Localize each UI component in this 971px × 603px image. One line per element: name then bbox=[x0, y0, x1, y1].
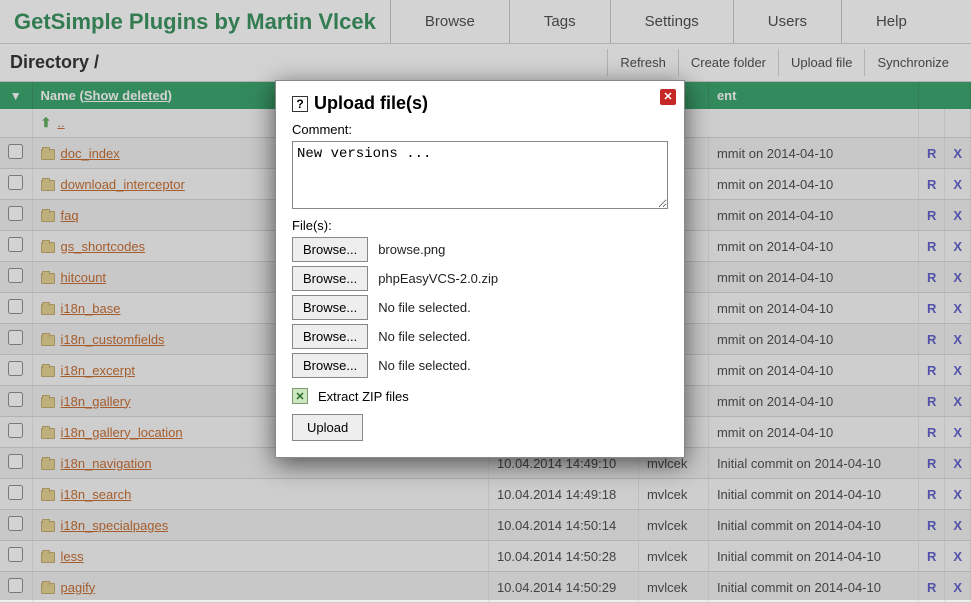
file-name: phpEasyVCS-2.0.zip bbox=[378, 271, 498, 286]
file-name: No file selected. bbox=[378, 329, 471, 344]
help-icon[interactable]: ? bbox=[292, 96, 308, 112]
browse-button[interactable]: Browse... bbox=[292, 353, 368, 378]
file-row: Browse... No file selected. bbox=[292, 353, 668, 378]
dialog-title: Upload file(s) bbox=[314, 93, 428, 114]
comment-input[interactable] bbox=[292, 141, 668, 209]
file-name: browse.png bbox=[378, 242, 445, 257]
file-row: Browse... browse.png bbox=[292, 237, 668, 262]
browse-button[interactable]: Browse... bbox=[292, 324, 368, 349]
browse-button[interactable]: Browse... bbox=[292, 266, 368, 291]
files-label: File(s): bbox=[292, 218, 668, 233]
upload-button[interactable]: Upload bbox=[292, 414, 363, 441]
file-row: Browse... No file selected. bbox=[292, 295, 668, 320]
comment-label: Comment: bbox=[292, 122, 668, 137]
close-icon[interactable]: ✕ bbox=[660, 89, 676, 105]
file-row: Browse... No file selected. bbox=[292, 324, 668, 349]
upload-dialog: ✕ ? Upload file(s) Comment: File(s): Bro… bbox=[275, 80, 685, 458]
browse-button[interactable]: Browse... bbox=[292, 237, 368, 262]
file-name: No file selected. bbox=[378, 358, 471, 373]
file-name: No file selected. bbox=[378, 300, 471, 315]
file-row: Browse... phpEasyVCS-2.0.zip bbox=[292, 266, 668, 291]
browse-button[interactable]: Browse... bbox=[292, 295, 368, 320]
extract-checkbox[interactable]: ✕ bbox=[292, 388, 308, 404]
extract-label: Extract ZIP files bbox=[318, 389, 409, 404]
